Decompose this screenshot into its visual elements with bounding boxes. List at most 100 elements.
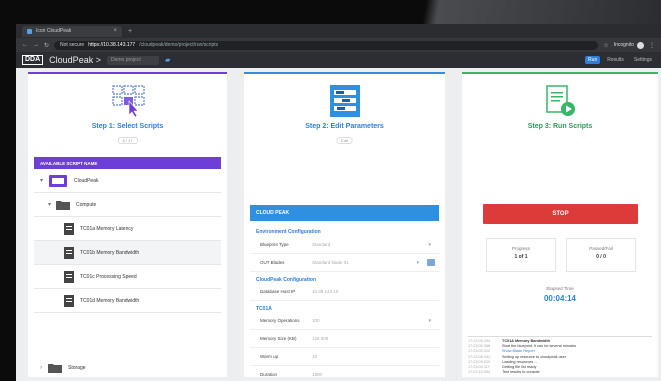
config-row: Memory Size (KB) 128 000 (250, 330, 439, 348)
cursor-select-icon (111, 85, 145, 118)
tree-item-label: TC01a Memory Latency (80, 225, 134, 232)
app-title: CloudPeak > (49, 55, 101, 65)
back-icon[interactable]: ← (22, 42, 28, 48)
param-select[interactable]: Standard (312, 242, 428, 247)
profile-button[interactable]: Incognito (613, 41, 644, 49)
param-input[interactable]: 1800 (312, 372, 439, 377)
param-label: OUT Blades (260, 260, 285, 265)
tree-item-label: Compute (76, 201, 97, 208)
config-header[interactable]: CLOUD PEAK (250, 205, 439, 221)
tree-item-folder[interactable]: › Storage (34, 356, 221, 380)
param-label: Database Host IP (260, 289, 296, 294)
nav-settings[interactable]: Settings (631, 56, 655, 64)
reload-icon[interactable]: ↻ (44, 42, 49, 49)
expand-icon[interactable]: ▾ (48, 201, 56, 208)
passed-card: Passed/Fail 0 / 0 (566, 238, 636, 272)
param-label: Blueprint Type (260, 242, 289, 247)
progress-value: 1 of 1 (514, 254, 528, 260)
tree-item-script[interactable]: TC01b Memory Bandwidth (34, 241, 221, 265)
tree-item-script[interactable]: TC01c Processing Speed (34, 265, 221, 289)
folder-icon (48, 364, 62, 373)
chevron-down-icon[interactable]: ▾ (428, 318, 431, 324)
config-row: Duration 1800 (250, 366, 439, 381)
tree-item-label: TC01d Memory Bandwidth (80, 297, 140, 304)
config-row: Database Host IP 10.38.143.10 (250, 283, 439, 301)
step1-panel: Step 1: Select Scripts 8 / 17 AVAILABLE … (28, 72, 227, 377)
config-section-title: Environment Configuration (256, 229, 321, 235)
forward-icon[interactable]: → (33, 42, 39, 48)
expand-icon[interactable]: › (40, 365, 48, 371)
param-label: Memory Operations (260, 318, 300, 323)
main-content: Step 1: Select Scripts 8 / 17 AVAILABLE … (16, 68, 661, 381)
param-input[interactable]: 10 (312, 354, 439, 359)
tab-close-icon[interactable]: × (113, 28, 117, 34)
step3-title: Step 3: Run Scripts (527, 123, 593, 130)
param-input[interactable]: 10.38.143.10 (312, 289, 439, 294)
passed-value: 0 / 0 (596, 254, 606, 260)
log-line: 17:23:10.004 Test results to console (468, 370, 540, 375)
address-bar: ← → ↻ Not secure https://10.38.143.177 /… (16, 38, 661, 52)
tree-item-script[interactable]: TC01a Memory Latency (34, 217, 221, 241)
step2-title: Step 2: Edit Parameters (305, 123, 384, 130)
browser-window: Icon CloudPeak × + ← → ↻ Not secure http… (16, 24, 661, 381)
param-select[interactable]: 100 (312, 318, 428, 323)
favicon-icon (27, 28, 32, 34)
param-input[interactable]: 128 000 (312, 336, 439, 341)
stop-button[interactable]: STOP (483, 204, 638, 224)
elapsed-label: Elapsed Time (546, 286, 574, 291)
step1-title: Step 1: Select Scripts (91, 123, 164, 130)
nav-run[interactable]: Run (585, 56, 601, 64)
menu-icon[interactable]: ⋮ (649, 42, 655, 49)
param-select[interactable]: Standard blade 01 (312, 260, 416, 265)
tree-header[interactable]: AVAILABLE SCRIPT NAME (34, 157, 221, 169)
tree-item-script[interactable]: TC01d Memory Bandwidth (34, 289, 221, 313)
edit-pill[interactable]: Edit (336, 137, 353, 144)
param-label: Warm up (260, 354, 279, 359)
chevron-down-icon[interactable]: ▾ (416, 260, 419, 266)
document-play-icon (546, 85, 575, 116)
nav-results[interactable]: Results (604, 56, 627, 64)
script-file-icon (64, 294, 74, 307)
chevron-down-icon[interactable]: ▾ (428, 242, 431, 248)
config-row: OUT Blades Standard blade 01 ▾ (250, 254, 439, 272)
url-field[interactable]: Not secure https://10.38.143.177 /cloudp… (54, 40, 599, 50)
progress-label: Progress (511, 246, 530, 251)
browser-tab[interactable]: Icon CloudPeak × (22, 25, 122, 37)
elapsed-time: 00:04:14 (543, 294, 577, 303)
profile-label: Incognito (613, 42, 634, 48)
app-bar: DDA CloudPeak > Demo project ▰ Run Resul… (16, 52, 661, 68)
tab-bar: Icon CloudPeak × + (16, 24, 661, 38)
tree-item-label: TC01b Memory Bandwidth (80, 249, 140, 256)
progress-card: Progress 1 of 1 (486, 238, 556, 272)
folder-icon[interactable]: ▰ (165, 56, 170, 64)
blade-action-button[interactable] (427, 259, 435, 266)
new-tab-icon[interactable]: + (128, 28, 132, 35)
config-row: Memory Operations 100 ▾ (250, 312, 439, 330)
passed-label: Passed/Fail (589, 246, 613, 251)
tree-item-label: CloudPeak (74, 177, 99, 184)
script-file-icon (64, 222, 74, 235)
url-security: Not secure (60, 42, 85, 48)
url-path: /cloudpeak/demo/project/run/scripts (139, 42, 219, 48)
cloudpeak-root-icon (49, 174, 67, 187)
brand-logo: DDA (22, 55, 44, 65)
script-file-icon (64, 246, 74, 259)
tree-item-root[interactable]: ▾ CloudPeak (34, 169, 221, 193)
folder-icon (56, 200, 70, 210)
param-label: Memory Size (KB) (260, 336, 297, 341)
run-log[interactable]: 17:23:05.254 TC01A Memory Bandwidth 17:23… (468, 336, 652, 379)
tree-item-label: TC01c Processing Speed (80, 273, 137, 280)
step3-panel: Step 3: Run Scripts STOP Progress 1 of 1… (462, 72, 658, 377)
tree-item-label: Storage (68, 365, 86, 371)
tab-title: Icon CloudPeak (36, 28, 72, 34)
url-domain: https://10.38.143.177 (88, 42, 136, 48)
star-icon[interactable]: ☆ (603, 42, 608, 49)
config-row: Blueprint Type Standard ▾ (250, 236, 439, 254)
step1-count: 8 / 17 (117, 137, 138, 144)
project-select[interactable]: Demo project (106, 55, 159, 65)
expand-icon[interactable]: ▾ (40, 177, 48, 184)
sliders-form-icon (329, 85, 360, 117)
step2-panel: Step 2: Edit Parameters Edit CLOUD PEAK … (244, 72, 445, 377)
tree-item-folder[interactable]: ▾ Compute (34, 193, 221, 217)
config-row: Warm up 10 (250, 348, 439, 366)
